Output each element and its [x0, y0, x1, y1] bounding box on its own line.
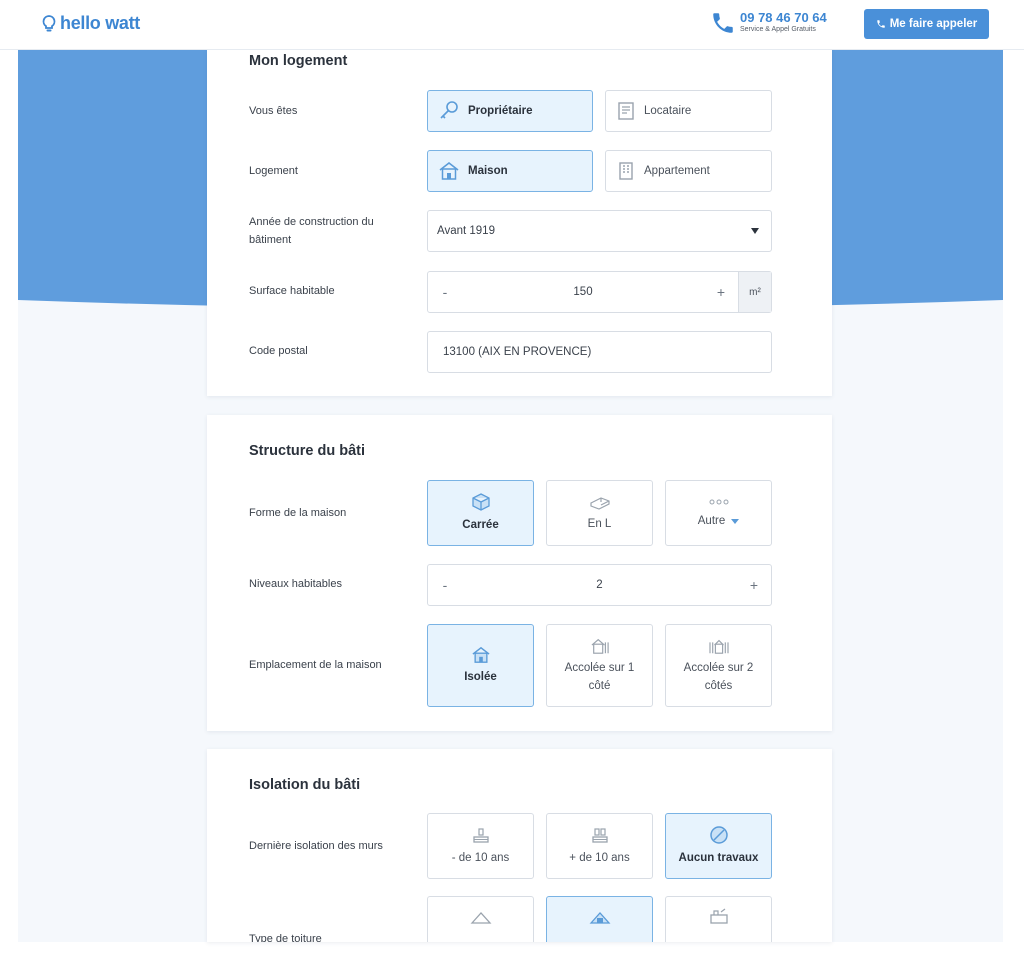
lightbulb-icon — [42, 14, 56, 31]
option-label: Accolée sur 1 côté — [564, 661, 635, 692]
option-label: - de 10 ans — [451, 852, 510, 864]
card-structure-bati: Structure du bâti Forme de la maison Car… — [207, 415, 832, 731]
option-label: Accolée sur 2 côtés — [683, 661, 754, 692]
building-icon — [619, 162, 633, 180]
option-en-l[interactable]: En L — [546, 480, 653, 546]
surface-stepper: - 150 + m² — [427, 271, 772, 313]
option-label: Propriétaire — [468, 105, 533, 117]
autre-row: Autre — [698, 512, 740, 530]
option-toiture-3[interactable] — [665, 896, 772, 942]
option-label: Carrée — [462, 519, 499, 531]
card-isolation-bati: Isolation du bâti Dernière isolation des… — [207, 749, 832, 942]
option-label: Autre — [697, 515, 726, 527]
house-icon — [471, 646, 490, 663]
option-plus-10-ans[interactable]: + de 10 ans — [546, 813, 653, 879]
unit-label: m² — [738, 272, 771, 312]
l-shape-icon — [589, 497, 610, 510]
option-aucun-travaux[interactable]: Aucun travaux — [665, 813, 772, 879]
option-autre[interactable]: Autre — [665, 480, 772, 546]
section-title: Structure du bâti — [249, 443, 366, 459]
option-label: Aucun travaux — [678, 852, 759, 864]
option-carree[interactable]: Carrée — [427, 480, 534, 546]
section-title: Isolation du bâti — [249, 777, 361, 793]
option-label: Appartement — [644, 165, 710, 177]
label-emplacement-maison: Emplacement de la maison — [249, 659, 382, 671]
label-surface-habitable: Surface habitable — [249, 285, 335, 297]
annee-construction-select[interactable]: Avant 1919 — [427, 210, 772, 252]
increment-button[interactable]: + — [704, 284, 738, 300]
code-postal-input[interactable]: 13100 (AIX EN PROVENCE) — [427, 331, 772, 373]
cube-icon — [471, 493, 490, 511]
option-label: + de 10 ans — [569, 852, 630, 864]
top-header: hello watt 09 78 46 70 64 Service & Appe… — [0, 0, 1024, 50]
semi-detached-house-icon — [591, 638, 609, 654]
phone-icon — [876, 20, 885, 28]
flat-roof-icon — [709, 908, 728, 924]
option-moins-10-ans[interactable]: - de 10 ans — [427, 813, 534, 879]
label-logement: Logement — [249, 165, 298, 177]
label-annee-construction: Année de construction du bâtiment — [249, 216, 374, 246]
more-dots-icon — [709, 499, 728, 505]
option-locataire[interactable]: Locataire — [605, 90, 772, 132]
option-maison[interactable]: Maison — [427, 150, 593, 192]
caret-down-icon — [751, 228, 759, 234]
label-vous-etes: Vous êtes — [249, 105, 298, 117]
terraced-house-icon — [708, 639, 729, 654]
call-button-label: Me faire appeler — [889, 18, 978, 30]
caret-down-icon — [731, 518, 740, 524]
option-label: Maison — [468, 165, 508, 177]
option-label: En L — [587, 518, 612, 530]
phone-icon — [713, 13, 733, 33]
section-title: Mon logement — [249, 53, 348, 69]
label-derniere-isolation-murs: Dernière isolation des murs — [249, 840, 383, 852]
surface-value[interactable]: 150 — [462, 286, 704, 298]
contract-icon — [618, 102, 634, 120]
option-accolee-2-cotes[interactable]: Accolée sur 2 côtés — [665, 624, 772, 707]
attic-roof-icon — [470, 912, 491, 924]
option-isolee[interactable]: Isolée — [427, 624, 534, 707]
call-me-button[interactable]: Me faire appeler — [864, 9, 989, 39]
increment-button[interactable]: + — [737, 577, 771, 593]
option-label: Locataire — [644, 105, 692, 117]
option-proprietaire[interactable]: Propriétaire — [427, 90, 593, 132]
label-type-toiture: Type de toiture — [249, 933, 322, 942]
select-value: Avant 1919 — [437, 225, 495, 237]
option-toiture-1[interactable] — [427, 896, 534, 942]
phone-contact[interactable]: 09 78 46 70 64 Service & Appel Gratuits — [710, 10, 827, 36]
niveaux-value[interactable]: 2 — [462, 579, 737, 591]
house-icon — [439, 161, 459, 180]
roof-house-icon — [589, 912, 610, 924]
wall-insulation-icon — [472, 828, 489, 843]
option-toiture-2[interactable] — [546, 896, 653, 942]
decrement-button[interactable]: - — [428, 577, 462, 593]
phone-subtext: Service & Appel Gratuits — [740, 26, 816, 33]
niveaux-stepper: - 2 + — [427, 564, 772, 606]
decrement-button[interactable]: - — [428, 284, 462, 300]
phone-number: 09 78 46 70 64 — [740, 10, 827, 25]
label-forme-maison: Forme de la maison — [249, 507, 347, 519]
card-mon-logement: Mon logement Vous êtes Propriétaire Loca… — [207, 50, 832, 396]
wall-insulation-old-icon — [591, 828, 608, 843]
option-appartement[interactable]: Appartement — [605, 150, 772, 192]
label-code-postal: Code postal — [249, 345, 308, 357]
hello-watt-logo[interactable]: hello watt — [42, 13, 140, 34]
prohibited-icon — [709, 826, 728, 844]
logo-text: hello watt — [60, 13, 141, 33]
option-label: Isolée — [464, 670, 497, 683]
input-value: 13100 (AIX EN PROVENCE) — [443, 346, 592, 358]
key-icon — [440, 101, 458, 119]
option-accolee-1-cote[interactable]: Accolée sur 1 côté — [546, 624, 653, 707]
label-niveaux-habitables: Niveaux habitables — [249, 578, 342, 590]
